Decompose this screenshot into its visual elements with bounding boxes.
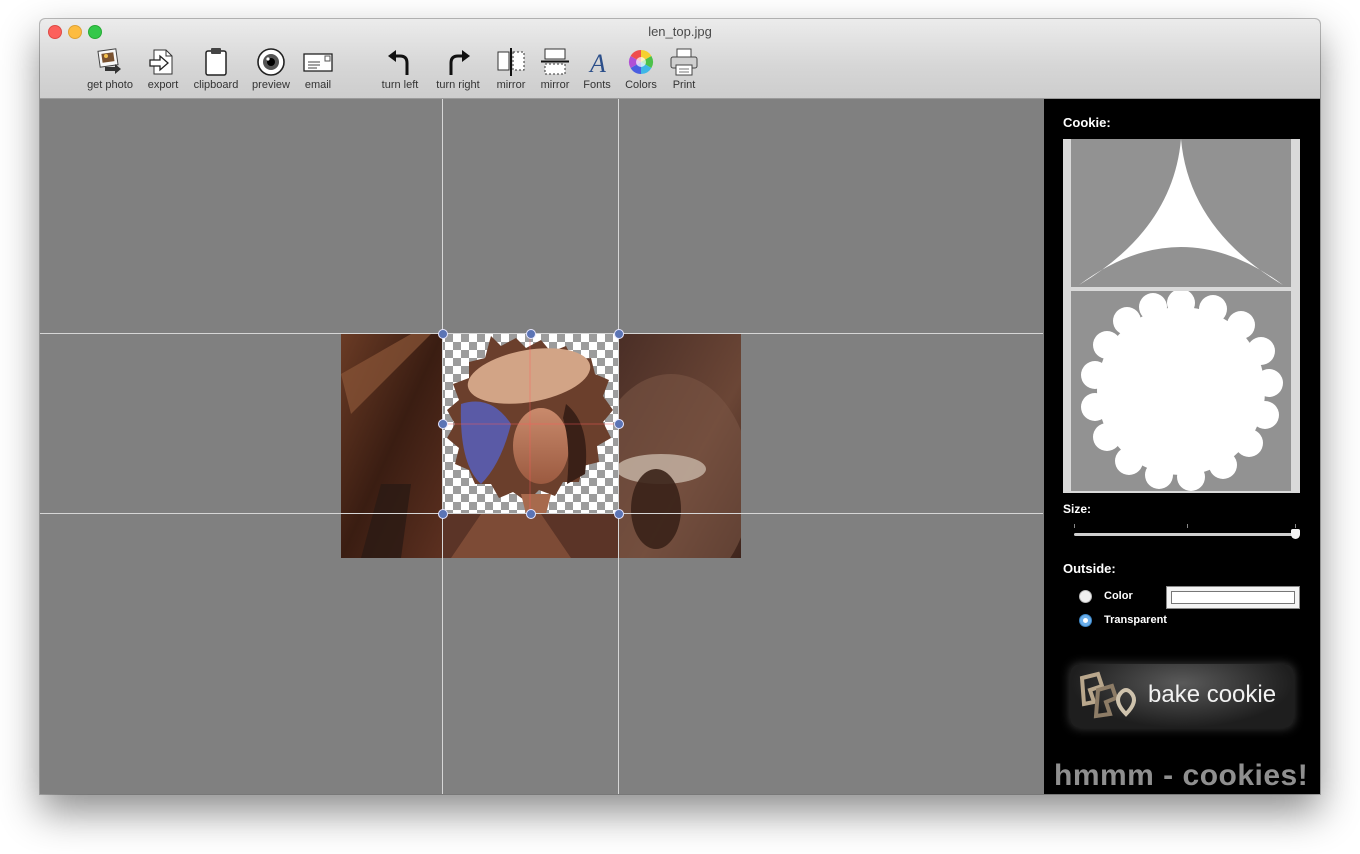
- crop-handle-top-right[interactable]: [614, 329, 624, 339]
- outside-label: Outside:: [1063, 561, 1116, 576]
- slider-knob[interactable]: [1291, 529, 1300, 539]
- export-icon: [149, 49, 173, 75]
- window-title: len_top.jpg: [648, 24, 712, 39]
- outside-transparent-label[interactable]: Transparent: [1104, 614, 1167, 626]
- toolbar-label: clipboard: [193, 79, 239, 91]
- slider-tick: [1295, 524, 1296, 528]
- clipboard-button[interactable]: clipboard: [188, 47, 244, 95]
- toolbar-label: preview: [252, 79, 290, 91]
- clipboard-icon: [205, 48, 227, 76]
- turn-left-button[interactable]: turn left: [376, 47, 424, 95]
- toolbar-label: get photo: [87, 79, 133, 91]
- cookie-shape-list[interactable]: [1063, 139, 1300, 493]
- app-window: len_top.jpg get photo export clipboard p…: [40, 19, 1320, 794]
- toolbar-label: Fonts: [583, 79, 611, 91]
- toolbar-label: mirror: [496, 79, 526, 91]
- toolbar-label: Colors: [625, 79, 657, 91]
- size-label: Size:: [1063, 502, 1092, 516]
- slider-track: [1074, 533, 1296, 536]
- guide-line-horizontal[interactable]: [40, 513, 1043, 514]
- mirror-vertical-icon: [541, 48, 569, 75]
- crop-handle-left[interactable]: [438, 419, 448, 429]
- email-button[interactable]: email: [298, 47, 338, 95]
- crop-handle-bottom-left[interactable]: [438, 509, 448, 519]
- bake-cookie-label: bake cookie: [1148, 681, 1277, 708]
- scalloped-cookie-shape[interactable]: [1063, 291, 1300, 493]
- toolbar-label: mirror: [540, 79, 570, 91]
- outside-transparent-radio[interactable]: [1079, 614, 1092, 627]
- toolbar-label: email: [304, 79, 332, 91]
- colors-button[interactable]: Colors: [621, 47, 661, 95]
- guide-line-vertical[interactable]: [618, 99, 619, 794]
- export-button[interactable]: export: [140, 47, 186, 95]
- cookie-label: Cookie:: [1063, 115, 1111, 130]
- slider-tick: [1187, 524, 1188, 528]
- toolbar-label: turn right: [436, 79, 480, 91]
- fonts-icon: A: [588, 49, 606, 77]
- guide-line-vertical[interactable]: [442, 99, 443, 794]
- crop-handle-right[interactable]: [614, 419, 624, 429]
- rotate-left-icon: [388, 50, 409, 75]
- title-bar: len_top.jpg get photo export clipboard p…: [40, 19, 1320, 99]
- slider-tick: [1074, 524, 1075, 528]
- guide-line-horizontal[interactable]: [40, 333, 1043, 334]
- toolbar-label: export: [147, 79, 179, 91]
- cookie-cutter-logo-icon: [1079, 671, 1136, 719]
- print-button[interactable]: Print: [666, 47, 702, 95]
- rotate-right-icon: [449, 50, 470, 75]
- photo-image: [341, 334, 741, 558]
- outside-color-well[interactable]: [1166, 586, 1300, 609]
- preview-button[interactable]: preview: [246, 47, 296, 95]
- photo-canvas[interactable]: [40, 99, 1043, 794]
- fonts-button[interactable]: A Fonts: [579, 47, 615, 95]
- eye-icon: [257, 48, 285, 76]
- crop-handle-top-left[interactable]: [438, 329, 448, 339]
- crop-handle-top[interactable]: [526, 329, 536, 339]
- crop-handle-bottom[interactable]: [526, 509, 536, 519]
- svg-text:A: A: [588, 49, 606, 77]
- mirror-vertical-button[interactable]: mirror: [534, 47, 576, 95]
- envelope-icon: [303, 53, 333, 72]
- size-slider[interactable]: [1074, 524, 1300, 544]
- printer-icon: [670, 48, 698, 76]
- crop-handle-bottom-right[interactable]: [614, 509, 624, 519]
- color-wheel-icon: [628, 49, 654, 74]
- get-photo-icon: [97, 48, 121, 74]
- turn-right-button[interactable]: turn right: [430, 47, 486, 95]
- toolbar-label: turn left: [381, 79, 419, 91]
- triangle-cookie-shape[interactable]: [1063, 139, 1300, 289]
- bake-cookie-button[interactable]: bake cookie: [1070, 664, 1294, 728]
- toolbar-label: Print: [672, 79, 696, 91]
- mirror-horizontal-button[interactable]: mirror: [490, 47, 532, 95]
- outside-color-label[interactable]: Color: [1104, 590, 1133, 602]
- mirror-horizontal-icon: [497, 48, 525, 76]
- outside-color-radio[interactable]: [1079, 590, 1092, 603]
- slogan-text: hmmm - cookies!: [1054, 759, 1309, 792]
- cookie-sidebar: Cookie: Size: Outside: Color Transparent…: [1044, 99, 1320, 794]
- get-photo-button[interactable]: get photo: [82, 47, 138, 95]
